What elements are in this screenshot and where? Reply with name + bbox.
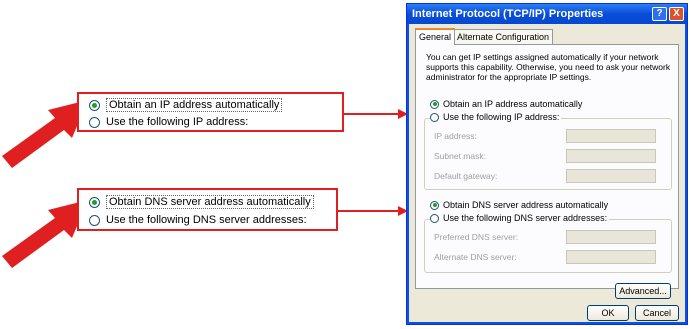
ip-auto-option[interactable]: Obtain an IP address automatically [89,98,283,112]
dns-manual-option[interactable]: Use the following DNS server addresses: [89,214,307,226]
ip-callout: Obtain an IP address automatically Use t… [77,92,344,132]
preferred-dns-field[interactable] [566,230,656,244]
subnet-mask-label: Subnet mask: [434,151,486,161]
ip-manual-option[interactable]: Use the following IP address: [89,116,248,128]
dns-group [424,219,672,273]
radio-unselected-icon[interactable] [430,112,439,122]
dialog-dns-manual-option[interactable]: Use the following DNS server addresses: [430,213,610,223]
alternate-dns-label: Alternate DNS server: [434,252,517,262]
dialog-client: General Alternate Configuration You can … [409,24,685,322]
ip-address-label: IP address: [434,131,477,141]
red-arrow-dns [2,200,88,268]
dialog-ip-manual-option[interactable]: Use the following IP address: [430,112,562,122]
tcpip-properties-dialog: Internet Protocol (TCP/IP) Properties ? … [406,3,688,325]
red-arrow-ip [2,100,88,168]
dns-auto-label: Obtain DNS server address automatically [106,195,314,209]
ip-address-field[interactable] [566,129,656,143]
radio-selected-icon[interactable] [430,99,439,109]
preferred-dns-label: Preferred DNS server: [434,232,519,242]
default-gateway-field[interactable] [566,169,656,183]
radio-unselected-icon[interactable] [430,213,439,223]
dialog-ip-auto-option[interactable]: Obtain an IP address automatically [430,99,582,109]
dialog-ip-auto-label: Obtain an IP address automatically [443,99,583,109]
radio-selected-icon[interactable] [430,200,439,210]
dialog-dns-auto-label: Obtain DNS server address automatically [443,200,609,210]
advanced-button[interactable]: Advanced... [615,283,671,299]
dns-auto-option[interactable]: Obtain DNS server address automatically [89,195,314,209]
radio-selected-icon[interactable] [89,196,100,208]
cancel-button[interactable]: Cancel [635,305,679,321]
ip-auto-label: Obtain an IP address automatically [106,98,283,112]
radio-unselected-icon[interactable] [89,116,100,128]
tab-alternate-configuration[interactable]: Alternate Configuration [453,29,554,44]
subnet-mask-field[interactable] [566,149,656,163]
ip-manual-label: Use the following IP address: [106,116,249,128]
ok-button[interactable]: OK [587,305,629,321]
alternate-dns-field[interactable] [566,250,656,264]
dns-manual-label: Use the following DNS server addresses: [106,214,307,226]
radio-selected-icon[interactable] [89,99,100,111]
default-gateway-label: Default gateway: [434,171,498,181]
dialog-title: Internet Protocol (TCP/IP) Properties [412,8,604,20]
dialog-dns-manual-label: Use the following DNS server addresses: [443,213,608,223]
dialog-dns-auto-option[interactable]: Obtain DNS server address automatically [430,200,608,210]
dialog-titlebar: Internet Protocol (TCP/IP) Properties [407,4,687,24]
dns-callout: Obtain DNS server address automatically … [77,188,338,231]
tab-general[interactable]: General [415,28,456,45]
general-panel: You can get IP settings assigned automat… [415,44,679,289]
help-button[interactable]: ? [652,7,667,21]
dialog-ip-manual-label: Use the following IP address: [443,112,560,122]
close-button[interactable]: X [669,7,684,21]
description-text: You can get IP settings assigned automat… [426,52,671,82]
radio-unselected-icon[interactable] [89,214,100,226]
